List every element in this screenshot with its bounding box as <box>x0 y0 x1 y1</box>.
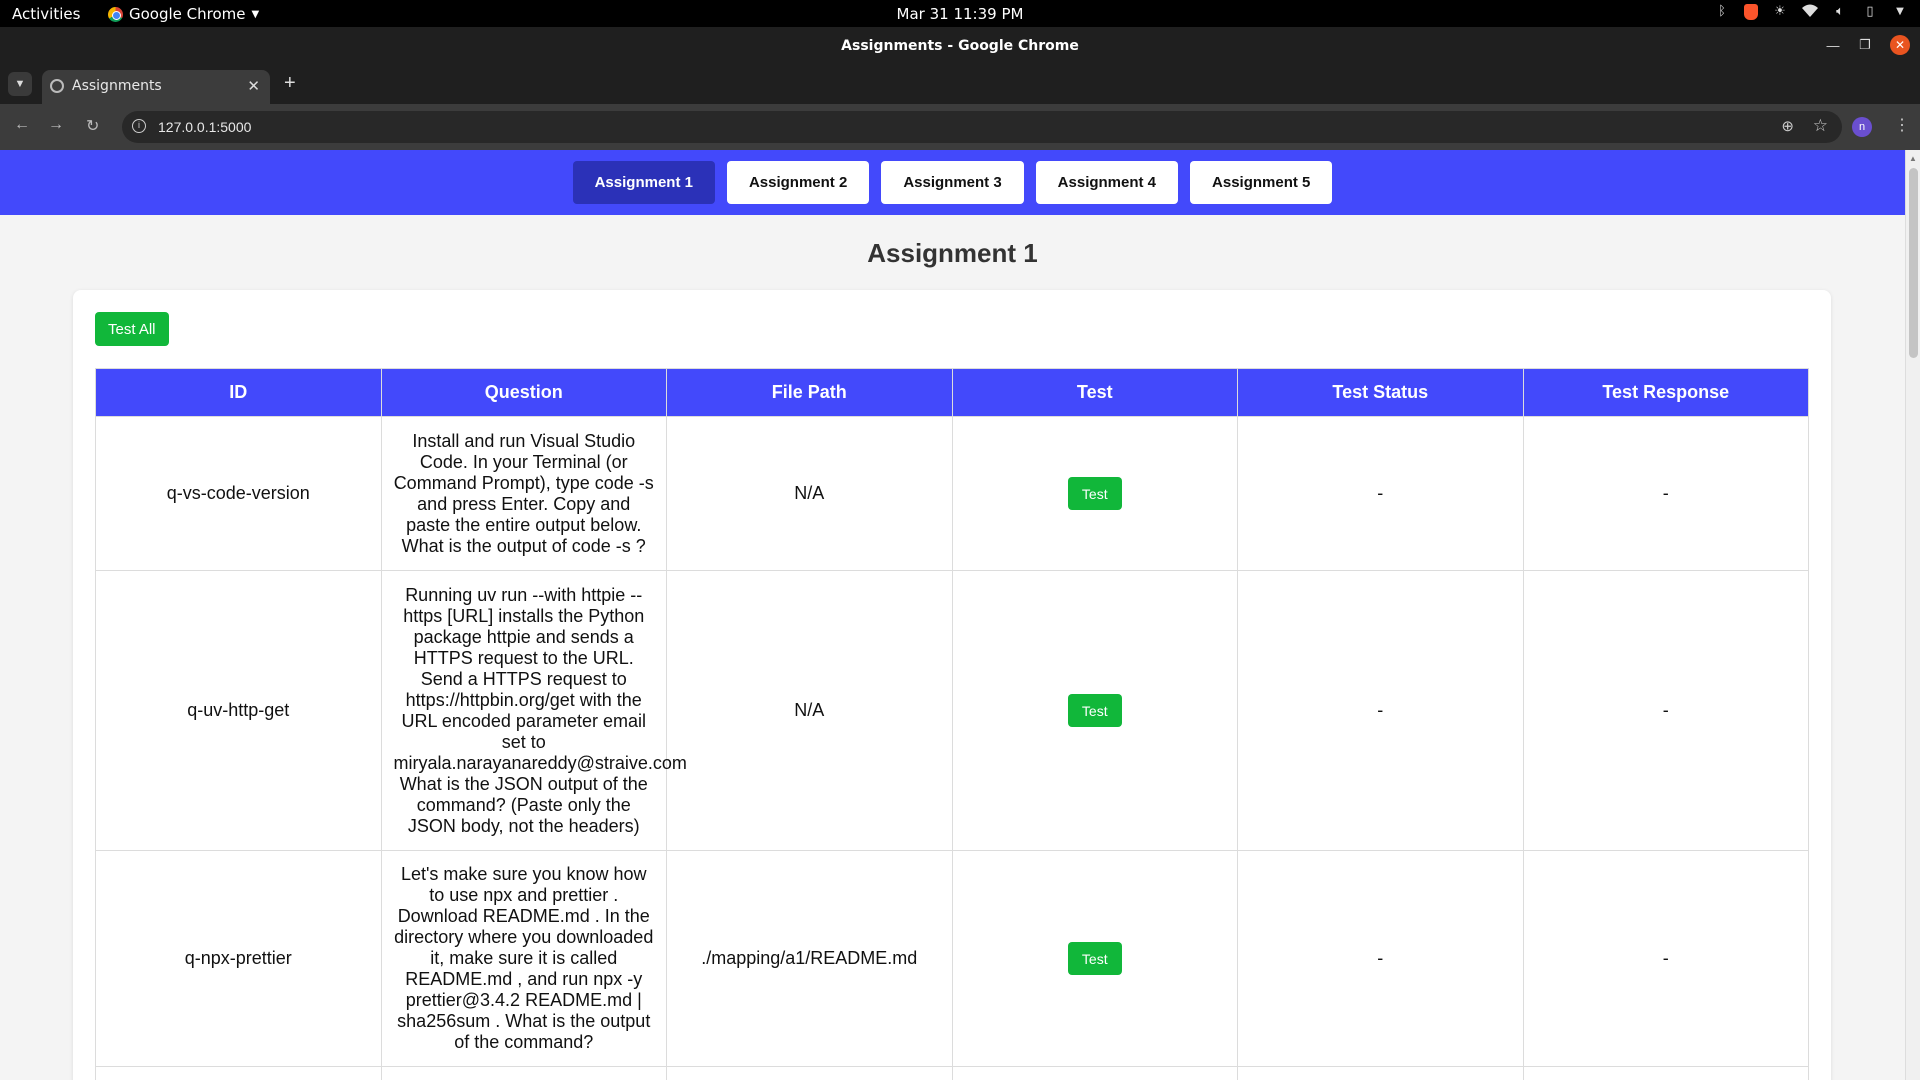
row-response: - <box>1522 416 1809 571</box>
row-status: - <box>1237 416 1524 571</box>
assignment-nav: Assignment 1 Assignment 2 Assignment 3 A… <box>0 150 1905 215</box>
site-info-icon[interactable]: i <box>132 119 146 133</box>
system-top-bar: Activities Google Chrome ▼ Mar 31 11:39 … <box>0 0 1920 27</box>
page-title: Assignment 1 <box>867 238 1038 268</box>
questions-table: ID Question File Path Test Test Status T… <box>95 368 1809 1080</box>
page-viewport: Assignment 1 Assignment 2 Assignment 3 A… <box>0 150 1920 1080</box>
tab-strip: ▼ Assignments ✕ + <box>0 64 1920 104</box>
row-test-button[interactable]: Test <box>1067 477 1122 510</box>
system-tray[interactable]: ᛒ ☀ 🔈︎ ▯ ▼ <box>1714 4 1908 20</box>
bluetooth-icon: ᛒ <box>1718 4 1726 19</box>
header-test: Test <box>951 368 1238 417</box>
row-id: q-uv-http-get <box>95 570 382 851</box>
row-question: Let's make sure you know how to use npx … <box>380 850 667 1067</box>
row-id: q-vs-code-version <box>95 416 382 571</box>
url-text[interactable]: 127.0.0.1:5000 <box>158 119 251 135</box>
nav-assignment-4-button[interactable]: Assignment 4 <box>1035 161 1179 204</box>
scroll-up-icon[interactable]: ▲ <box>1909 154 1917 163</box>
globe-icon <box>50 79 64 93</box>
row-file-path: ./mapping/a1/README.md <box>666 850 953 1067</box>
back-icon[interactable]: ← <box>14 116 30 134</box>
row-test-cell: Test <box>951 570 1238 851</box>
header-question: Question <box>380 368 667 417</box>
header-id: ID <box>95 368 382 417</box>
profile-avatar[interactable]: n <box>1852 117 1872 137</box>
tab-assignments[interactable]: Assignments ✕ <box>42 70 270 104</box>
nav-assignment-5-button[interactable]: Assignment 5 <box>1190 161 1333 204</box>
row-test-cell: Test <box>951 416 1238 571</box>
row-test-button[interactable]: Test <box>1067 694 1122 727</box>
reload-icon[interactable]: ↻ <box>86 116 99 136</box>
bookmark-star-icon[interactable]: ☆ <box>1813 116 1828 136</box>
test-all-button[interactable]: Test All <box>95 312 169 346</box>
row-file-path: N/A <box>666 416 953 571</box>
browser-toolbar: ← → ↻ i 127.0.0.1:5000 ⊕ ☆ n ⋮ <box>0 104 1920 150</box>
restore-button[interactable]: ❐ <box>1858 37 1872 53</box>
address-bar[interactable]: i 127.0.0.1:5000 ⊕ ☆ <box>122 111 1842 143</box>
row-response: - <box>1522 850 1809 1067</box>
row-test-button[interactable]: Test <box>1067 942 1122 975</box>
nav-assignment-2-button[interactable]: Assignment 2 <box>726 161 870 204</box>
volume-icon: 🔈︎ <box>1836 4 1844 19</box>
row-file-path: N/A <box>666 570 953 851</box>
zoom-icon[interactable]: ⊕ <box>1781 117 1794 135</box>
system-menu-caret-icon: ▼ <box>1896 6 1904 17</box>
header-file-path: File Path <box>666 368 953 417</box>
nav-assignment-3-button[interactable]: Assignment 3 <box>881 161 1024 204</box>
window-title: Assignments - Google Chrome <box>841 38 1079 54</box>
new-tab-button[interactable]: + <box>284 72 296 95</box>
battery-icon: ▯ <box>1866 4 1874 19</box>
brave-icon[interactable] <box>1744 4 1758 20</box>
nav-assignment-1-button[interactable]: Assignment 1 <box>572 161 715 204</box>
row-question: Install and run Visual Studio Code. In y… <box>380 416 667 571</box>
row-test-cell: Test <box>951 850 1238 1067</box>
window-controls: — ❐ ✕ <box>1826 35 1910 55</box>
table-row: q-vs-code-version Install and run Visual… <box>95 416 1809 571</box>
questions-card: Test All ID Question File Path Test Test… <box>73 290 1831 1080</box>
tab-title: Assignments <box>72 78 162 94</box>
table-row: q-npx-prettier Let's make sure you know … <box>95 850 1809 1067</box>
table-header-row: ID Question File Path Test Test Status T… <box>95 368 1809 417</box>
minimize-button[interactable]: — <box>1826 38 1840 53</box>
row-status: - <box>1237 570 1524 851</box>
chrome-menu-icon[interactable]: ⋮ <box>1894 115 1910 135</box>
header-test-status: Test Status <box>1237 368 1524 417</box>
row-id: q-npx-prettier <box>95 850 382 1067</box>
table-row: q-uv-http-get Running uv run --with http… <box>95 570 1809 851</box>
tab-search-button[interactable]: ▼ <box>8 72 32 96</box>
wifi-icon <box>1802 4 1818 20</box>
row-response: - <box>1522 570 1809 851</box>
row-question: Running uv run --with httpie -- https [U… <box>380 570 687 851</box>
brightness-icon: ☀ <box>1774 4 1786 19</box>
scrollbar-thumb[interactable] <box>1909 168 1918 358</box>
close-window-button[interactable]: ✕ <box>1890 35 1910 55</box>
window-title-bar: Assignments - Google Chrome — ❐ ✕ <box>0 27 1920 64</box>
tab-close-icon[interactable]: ✕ <box>247 77 260 95</box>
clock[interactable]: Mar 31 11:39 PM <box>0 5 1920 23</box>
table-row <box>95 1066 1809 1080</box>
row-status: - <box>1237 850 1524 1067</box>
header-test-response: Test Response <box>1522 368 1809 417</box>
page-scrollbar[interactable]: ▲ <box>1905 150 1920 1080</box>
forward-icon[interactable]: → <box>48 116 64 134</box>
